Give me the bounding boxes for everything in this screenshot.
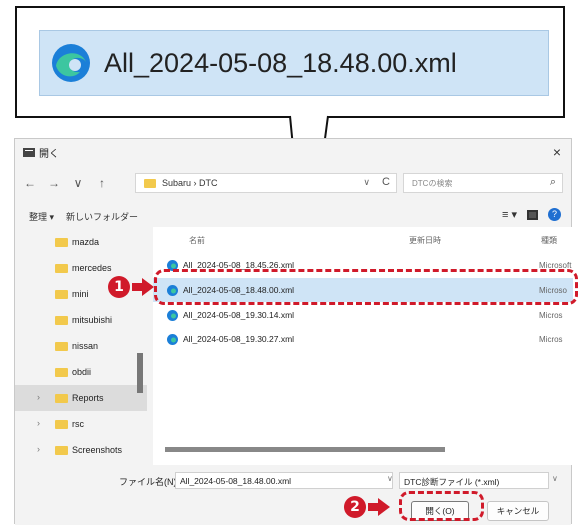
sidebar-item-label: Reports	[72, 393, 104, 403]
folder-icon	[55, 393, 68, 403]
sidebar-item-mitsubishi[interactable]: mitsubishi	[15, 307, 147, 333]
new-folder-button[interactable]: 新しいフォルダー	[66, 210, 138, 223]
up-arrow-icon[interactable]: ↑	[93, 176, 111, 190]
organize-menu[interactable]: 整理 ▾	[29, 210, 54, 223]
chevron-down-icon[interactable]: ∨	[387, 474, 393, 483]
folder-icon	[55, 419, 68, 429]
dialog-footer: ファイル名(N): All_2024-05-08_18.48.00.xml ∨ …	[15, 467, 571, 525]
dialog-app-icon	[23, 148, 35, 157]
expand-chevron-icon[interactable]: ›	[37, 444, 40, 454]
folder-icon	[55, 367, 68, 377]
callout-file-highlight: All_2024-05-08_18.48.00.xml	[39, 30, 549, 96]
cancel-button[interactable]: キャンセル	[487, 501, 549, 521]
column-header-modified[interactable]: 更新日時	[409, 235, 441, 246]
callout-box: All_2024-05-08_18.48.00.xml	[15, 6, 565, 118]
callout-filename: All_2024-05-08_18.48.00.xml	[104, 47, 457, 78]
expand-chevron-icon[interactable]: ›	[37, 392, 40, 402]
filename-label: ファイル名(N):	[119, 477, 179, 487]
sidebar-item-screenshots[interactable]: › Screenshots	[15, 437, 147, 463]
edge-file-icon	[167, 309, 178, 321]
folder-icon	[55, 263, 68, 273]
edge-file-icon	[167, 333, 178, 345]
filename-input[interactable]: All_2024-05-08_18.48.00.xml	[175, 472, 393, 489]
search-input[interactable]: DTCの検索 ⌕	[403, 173, 563, 193]
sidebar-item-label: Screenshots	[72, 445, 123, 455]
file-type: Micros	[539, 334, 563, 344]
sidebar-scrollbar[interactable]	[137, 353, 143, 393]
file-name: All_2024-05-08_19.30.27.xml	[183, 334, 295, 344]
chevron-down-icon[interactable]: ∨	[363, 177, 370, 188]
folder-icon	[55, 341, 68, 351]
sidebar-item-rsc[interactable]: › rsc	[15, 411, 147, 437]
sidebar-item-label: mini	[72, 289, 89, 299]
close-icon[interactable]: ×	[553, 144, 561, 160]
folder-icon	[55, 315, 68, 325]
sidebar-item-mazda[interactable]: mazda	[15, 229, 147, 255]
sidebar-item-mercedes[interactable]: mercedes	[15, 255, 147, 281]
sidebar-item-label: obdii	[72, 367, 92, 377]
dialog-title: 開く	[39, 148, 59, 160]
edge-browser-icon	[52, 44, 90, 82]
help-icon[interactable]: ?	[548, 208, 561, 221]
file-row[interactable]: All_2024-05-08_19.30.14.xml Micros	[153, 303, 573, 327]
file-row[interactable]: All_2024-05-08_19.30.27.xml Micros	[153, 327, 573, 351]
navigation-pane: mazda mercedes mini mitsubishi nissan ob…	[15, 229, 147, 465]
search-placeholder: DTCの検索	[412, 179, 453, 188]
folder-icon	[55, 445, 68, 455]
preview-pane-icon[interactable]	[527, 209, 538, 220]
annotation-highlight-open	[399, 491, 484, 521]
sidebar-item-label: mercedes	[72, 263, 112, 273]
view-options-icon[interactable]: ≡ ▾	[502, 208, 517, 221]
command-toolbar: 整理 ▾ 新しいフォルダー ≡ ▾ ?	[15, 205, 571, 227]
sidebar-item-label: rsc	[72, 419, 84, 429]
recent-locations-icon[interactable]: ∨	[69, 176, 87, 190]
address-bar[interactable]: Subaru › DTC ∨ C	[135, 173, 397, 193]
folder-icon	[55, 237, 68, 247]
navigation-bar: ← → ∨ ↑ Subaru › DTC ∨ C DTCの検索 ⌕	[15, 169, 571, 197]
annotation-highlight-file	[154, 269, 578, 305]
sidebar-item-reports[interactable]: › Reports	[15, 385, 147, 411]
back-arrow-icon[interactable]: ←	[21, 176, 39, 190]
annotation-arrow-icon	[132, 278, 154, 296]
sidebar-item-label: mazda	[72, 237, 100, 247]
breadcrumb[interactable]: Subaru › DTC	[162, 178, 218, 188]
file-type: Micros	[539, 310, 563, 320]
column-header-name[interactable]: 名前	[189, 235, 205, 246]
filetype-select[interactable]: DTC診断ファイル (*.xml)	[399, 472, 549, 489]
forward-arrow-icon[interactable]: →	[45, 176, 63, 190]
folder-icon	[144, 178, 156, 188]
file-name: All_2024-05-08_19.30.14.xml	[183, 310, 295, 320]
refresh-icon[interactable]: C	[382, 176, 390, 188]
sidebar-item-nissan[interactable]: nissan	[15, 333, 147, 359]
annotation-arrow-icon	[368, 498, 390, 516]
column-header-type[interactable]: 種類	[541, 235, 557, 246]
annotation-marker-1: 1	[108, 276, 130, 298]
annotation-marker-2: 2	[344, 496, 366, 518]
file-list-pane: 名前 更新日時 種類 All_2024-05-08_18.45.26.xml M…	[153, 227, 573, 465]
expand-chevron-icon[interactable]: ›	[37, 418, 40, 428]
dialog-titlebar: 開く ×	[15, 139, 571, 165]
chevron-down-icon[interactable]: ∨	[552, 474, 558, 483]
folder-icon	[55, 289, 68, 299]
search-icon[interactable]: ⌕	[550, 176, 556, 189]
sidebar-item-obdii[interactable]: obdii	[15, 359, 147, 385]
sidebar-item-label: mitsubishi	[72, 315, 113, 325]
horizontal-scrollbar[interactable]	[165, 447, 445, 452]
open-file-dialog: 開く × ← → ∨ ↑ Subaru › DTC ∨ C DTCの検索 ⌕ 整…	[14, 138, 573, 525]
sidebar-item-label: nissan	[72, 341, 99, 351]
